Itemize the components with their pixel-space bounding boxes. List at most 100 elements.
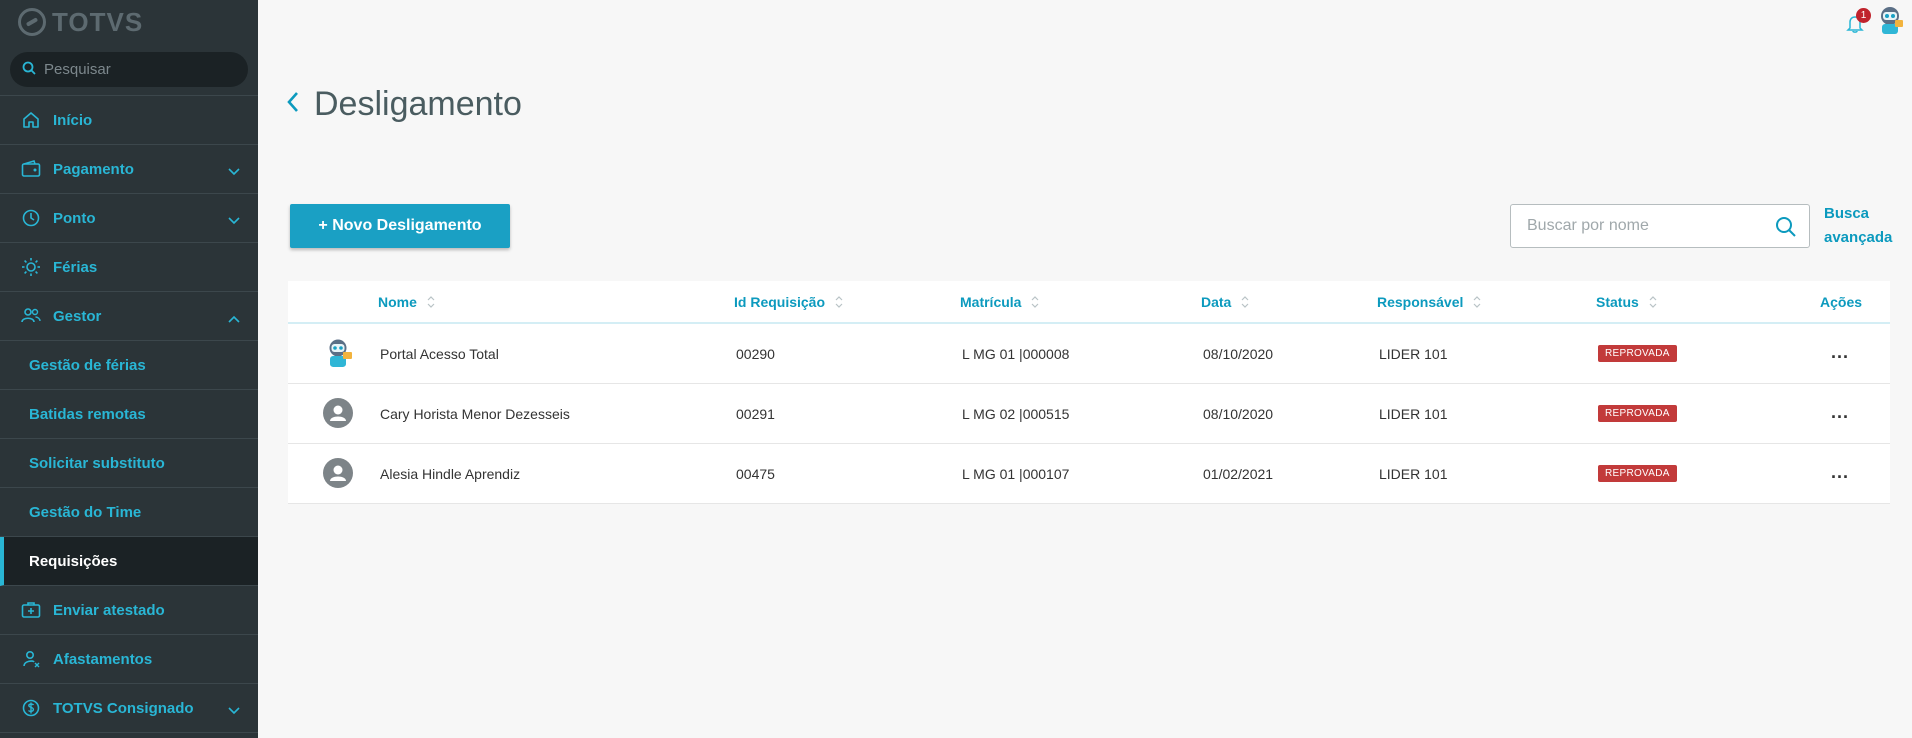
cell-matricula: L MG 01 |000107 [962,466,1070,482]
notifications-button[interactable]: 1 [1846,8,1871,33]
column-header-matricula[interactable]: Matrícula [960,294,1039,310]
sidebar-item-gestor[interactable]: Gestor [0,292,258,341]
cell-responsavel: LIDER 101 [1379,466,1448,482]
cell-matricula: L MG 01 |000008 [962,346,1070,362]
sort-icon [835,296,843,308]
sidebar-item-label: Férias [53,258,98,276]
table-row[interactable]: Portal Acesso Total 00290 L MG 01 |00000… [288,324,1890,384]
advanced-search-link[interactable]: Busca avançada [1824,202,1904,250]
sidebar-item-totvs-consignado[interactable]: TOTVS Consignado [0,684,258,733]
main-content: 1 Desligamento + Novo Desligamento Busca… [258,0,1912,738]
page-title: Desligamento [314,85,522,123]
sidebar-item-label: TOTVS Consignado [53,699,194,717]
avatar [323,458,353,488]
status-badge: REPROVADA [1598,345,1677,362]
avatar [323,338,353,368]
table-row[interactable]: Cary Horista Menor Dezesseis 00291 L MG … [288,384,1890,444]
sidebar-item-label: Gestor [53,307,102,325]
status-badge: REPROVADA [1598,405,1677,422]
sidebar-item-label: Gestão de férias [29,356,146,374]
sidebar-item-requisicoes[interactable]: Requisições [0,537,258,586]
sort-icon [1649,296,1657,308]
sidebar-item-gestao-de-ferias[interactable]: Gestão de férias [0,341,258,390]
chevron-down-icon [228,212,240,229]
column-header-id-requisicao[interactable]: Id Requisição [734,294,843,310]
wallet-icon [20,158,42,180]
requests-table: Nome Id Requisição Matrícula Data Respon… [288,281,1890,504]
cell-data: 08/10/2020 [1203,346,1274,362]
status-badge: REPROVADA [1598,465,1677,482]
cell-matricula: L MG 02 |000515 [962,406,1070,422]
sidebar-item-label: Enviar atestado [53,601,165,619]
cell-id-requisicao: 00290 [736,346,775,362]
cell-id-requisicao: 00475 [736,466,775,482]
search-by-name-field[interactable] [1510,204,1810,248]
sidebar-item-solicitar-substituto[interactable]: Solicitar substituto [0,439,258,488]
sidebar-item-ponto[interactable]: Ponto [0,194,258,243]
chevron-down-icon [228,702,240,719]
table-header: Nome Id Requisição Matrícula Data Respon… [288,281,1890,324]
column-header-data[interactable]: Data [1201,294,1249,310]
more-actions-button[interactable]: ... [1831,342,1849,363]
sidebar-item-batidas-remotas[interactable]: Batidas remotas [0,390,258,439]
search-by-name-input[interactable] [1527,217,1757,235]
cell-nome: Cary Horista Menor Dezesseis [380,406,570,422]
chevron-up-icon [228,310,240,327]
user-avatar[interactable] [1876,6,1904,36]
sidebar-item-label: Início [53,111,93,129]
new-desligamento-button[interactable]: + Novo Desligamento [290,204,510,248]
dollar-icon [20,697,42,719]
cell-responsavel: LIDER 101 [1379,406,1448,422]
chevron-down-icon [228,163,240,180]
cell-responsavel: LIDER 101 [1379,346,1448,362]
table-row[interactable]: Alesia Hindle Aprendiz 00475 L MG 01 |00… [288,444,1890,504]
cell-id-requisicao: 00291 [736,406,775,422]
sort-icon [1241,296,1249,308]
clock-icon [20,207,42,229]
sidebar-search-placeholder: Pesquisar [44,61,111,78]
more-actions-button[interactable]: ... [1831,462,1849,483]
avatar [323,398,353,428]
column-header-acoes: Ações [1820,294,1863,310]
back-arrow-icon[interactable] [286,91,300,118]
sidebar-search: Pesquisar [0,44,258,96]
totvs-logo-icon [18,8,46,36]
sidebar-item-label: Pagamento [53,160,134,178]
sidebar-item-label: Gestão do Time [29,503,142,521]
sidebar-item-gestao-do-time[interactable]: Gestão do Time [0,488,258,537]
sort-icon [1031,296,1039,308]
sidebar: TOTVS Pesquisar Início Pagamento Ponto F… [0,0,258,738]
cell-nome: Portal Acesso Total [380,346,499,362]
sort-icon [1473,296,1481,308]
advanced-search-line1: Busca [1824,205,1870,222]
sort-icon [427,296,435,308]
sidebar-item-pagamento[interactable]: Pagamento [0,145,258,194]
search-icon[interactable] [1775,216,1797,243]
sidebar-item-label: Solicitar substituto [29,454,165,472]
sidebar-item-label: Ponto [53,209,96,227]
home-icon [20,109,42,131]
sidebar-item-label: Requisições [29,552,118,570]
page-header: Desligamento [286,85,522,124]
advanced-search-line2: avançada [1824,229,1893,246]
sidebar-item-label: Afastamentos [53,650,153,668]
cell-data: 01/02/2021 [1203,466,1274,482]
sidebar-item-ferias[interactable]: Férias [0,243,258,292]
sidebar-item-enviar-atestado[interactable]: Enviar atestado [0,586,258,635]
sidebar-item-afastamentos[interactable]: Afastamentos [0,635,258,684]
user-x-icon [20,648,42,670]
cell-nome: Alesia Hindle Aprendiz [380,466,521,482]
column-header-nome[interactable]: Nome [378,294,435,310]
logo-text: TOTVS [52,6,144,37]
search-icon [22,61,36,79]
totvs-logo[interactable]: TOTVS [0,0,258,44]
cell-data: 08/10/2020 [1203,406,1274,422]
more-actions-button[interactable]: ... [1831,402,1849,423]
medical-kit-icon [20,599,42,621]
sidebar-search-input[interactable]: Pesquisar [10,52,248,87]
sidebar-item-inicio[interactable]: Início [0,96,258,145]
column-header-status[interactable]: Status [1596,294,1657,310]
column-header-responsavel[interactable]: Responsável [1377,294,1481,310]
sidebar-item-label: Batidas remotas [29,405,146,423]
sun-icon [20,256,42,278]
